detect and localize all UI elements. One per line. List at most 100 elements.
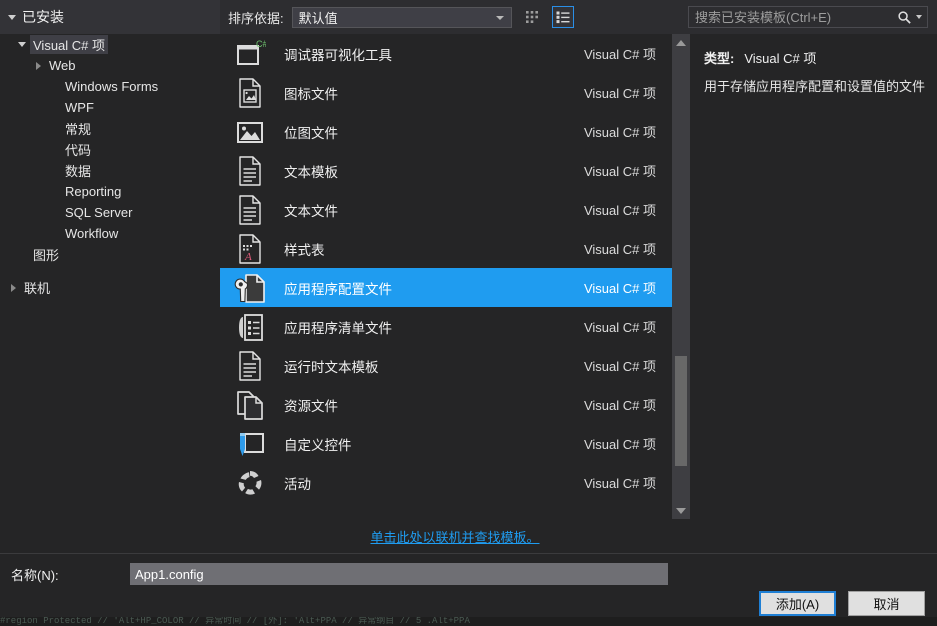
template-list-scrollbar[interactable] <box>672 34 690 519</box>
tree-item-6[interactable]: 数据 <box>0 160 220 181</box>
template-name: 应用程序清单文件 <box>284 320 392 336</box>
details-type-label: 类型: <box>704 51 735 66</box>
tree-item-label: Windows Forms <box>65 79 159 94</box>
chevron-right-icon[interactable] <box>5 283 21 292</box>
chevron-down-icon[interactable] <box>916 15 922 19</box>
template-kind: Visual C# 项 <box>583 203 656 218</box>
template-kind: Visual C# 项 <box>583 47 656 62</box>
tree-item-label: 常规 <box>65 122 92 137</box>
tree-item-7[interactable]: Reporting <box>0 181 220 202</box>
add-new-item-dialog: 已安装 排序依据: 默认值 搜索已安装模板(Ctrl+E) Visual C# … <box>0 0 937 626</box>
installed-header-label: 已安装 <box>22 9 64 25</box>
template-list-item[interactable]: 文本文件 Visual C# 项 <box>220 190 672 229</box>
template-list-item[interactable]: 图标文件 Visual C# 项 <box>220 73 672 112</box>
list-view-button[interactable] <box>551 6 574 28</box>
custom-control-icon <box>234 428 266 460</box>
template-name: 文本模板 <box>284 164 338 180</box>
tree-item-1[interactable]: Web <box>0 55 220 76</box>
scroll-up-button[interactable] <box>672 34 690 51</box>
tree-item-8[interactable]: SQL Server <box>0 202 220 223</box>
details-pane: 类型: Visual C# 项 用于存储应用程序配置和设置值的文件 <box>690 34 937 553</box>
tree-item-label: 图形 <box>33 248 60 263</box>
template-name: 应用程序配置文件 <box>284 281 392 297</box>
tree-item-5[interactable]: 代码 <box>0 139 220 160</box>
template-list-item[interactable]: 活动 Visual C# 项 <box>220 463 672 502</box>
sort-by-dropdown[interactable]: 默认值 <box>291 6 512 28</box>
template-name: 运行时文本模板 <box>284 359 379 375</box>
template-list-item[interactable]: A 样式表 Visual C# 项 <box>220 229 672 268</box>
tree-item-3[interactable]: WPF <box>0 97 220 118</box>
background-ide-strip: #region Protected // 'Alt+HP_COLOR // 异常… <box>0 617 937 626</box>
sort-bar: 排序依据: 默认值 <box>220 0 680 34</box>
template-kind: Visual C# 项 <box>583 281 656 296</box>
template-list-item[interactable]: 位图文件 Visual C# 项 <box>220 112 672 151</box>
resource-file-icon <box>234 389 266 421</box>
tree-item-4[interactable]: 常规 <box>0 118 220 139</box>
tree-item-label: SQL Server <box>65 205 133 220</box>
triangle-down-icon <box>676 507 686 514</box>
tree-item-label: WPF <box>65 100 94 115</box>
details-type-row: 类型: Visual C# 项 <box>704 48 925 67</box>
dialog-toolbar: 已安装 排序依据: 默认值 <box>0 0 937 34</box>
runtime-text-template-icon <box>234 350 266 382</box>
chevron-down-icon[interactable] <box>14 42 30 47</box>
search-box-icons <box>897 10 927 25</box>
app-config-icon <box>234 272 266 304</box>
template-name: 位图文件 <box>284 125 338 141</box>
search-icon <box>898 10 911 24</box>
sort-by-label: 排序依据: <box>228 10 284 26</box>
category-tree: Visual C# 项 Web Windows Forms WPF 常规代码数据 Repo… <box>0 34 220 553</box>
template-name: 文本文件 <box>284 203 338 219</box>
chevron-down-icon <box>495 15 504 20</box>
details-description: 用于存储应用程序配置和设置值的文件 <box>704 79 926 94</box>
template-list: C# 调试器可视化工具 Visual C# 项 图标文件 Visual C# 项 位图… <box>220 34 672 519</box>
template-list-item[interactable]: C# 调试器可视化工具 Visual C# 项 <box>220 34 672 73</box>
find-online-templates-link[interactable]: 单击此处以联机并查找模板。 <box>370 527 539 546</box>
cancel-button[interactable]: 取消 <box>848 591 925 616</box>
name-row: 名称(N): <box>0 554 937 594</box>
chevron-right-icon[interactable] <box>30 61 46 70</box>
tree-item-label: Web <box>49 58 76 73</box>
add-button[interactable]: 添加(A) <box>759 591 836 616</box>
app-manifest-icon <box>234 311 266 343</box>
bitmap-file-icon <box>234 116 266 148</box>
tree-item-label: Workflow <box>65 226 119 241</box>
template-list-item[interactable]: 资源文件 Visual C# 项 <box>220 385 672 424</box>
template-list-item[interactable]: 自定义控件 Visual C# 项 <box>220 424 672 463</box>
svg-text:C#: C# <box>256 39 266 49</box>
scroll-down-button[interactable] <box>672 502 690 519</box>
tree-item-0[interactable]: Visual C# 项 <box>0 34 220 55</box>
tree-item-12[interactable]: 联机 <box>0 277 220 298</box>
template-kind: Visual C# 项 <box>583 125 656 140</box>
scrollbar-thumb[interactable] <box>675 356 687 466</box>
tree-item-2[interactable]: Windows Forms <box>0 76 220 97</box>
chevron-down-icon <box>8 14 16 20</box>
template-list-item[interactable]: 应用程序配置文件 Visual C# 项 <box>220 268 672 307</box>
template-list-item[interactable]: 应用程序清单文件 Visual C# 项 <box>220 307 672 346</box>
template-list-item[interactable]: 文本模板 Visual C# 项 <box>220 151 672 190</box>
activity-icon <box>234 467 266 499</box>
tree-item-label: Visual C# 项 <box>30 35 109 54</box>
tree-item-9[interactable]: Workflow <box>0 223 220 244</box>
template-kind: Visual C# 项 <box>583 320 656 335</box>
debugger-visualizer-icon: C# <box>234 38 266 70</box>
search-input[interactable] <box>689 8 897 26</box>
search-box[interactable] <box>688 6 928 28</box>
template-list-item[interactable]: 运行时文本模板 Visual C# 项 <box>220 346 672 385</box>
tree-item-label: 联机 <box>24 281 51 296</box>
tree-item-label: Reporting <box>65 184 122 199</box>
grid-view-button[interactable] <box>521 6 543 28</box>
installed-header[interactable]: 已安装 <box>0 0 220 34</box>
name-input[interactable] <box>130 563 668 585</box>
tree-item-label: 代码 <box>65 143 92 158</box>
template-kind: Visual C# 项 <box>583 242 656 257</box>
template-name: 活动 <box>284 476 311 492</box>
tree-item-10[interactable]: 图形 <box>0 244 220 265</box>
sort-by-value: 默认值 <box>298 10 338 26</box>
template-name: 图标文件 <box>284 86 338 102</box>
template-kind: Visual C# 项 <box>583 476 656 491</box>
template-name: 自定义控件 <box>284 437 352 453</box>
details-type-value: Visual C# 项 <box>744 51 817 66</box>
template-name: 样式表 <box>284 242 325 258</box>
